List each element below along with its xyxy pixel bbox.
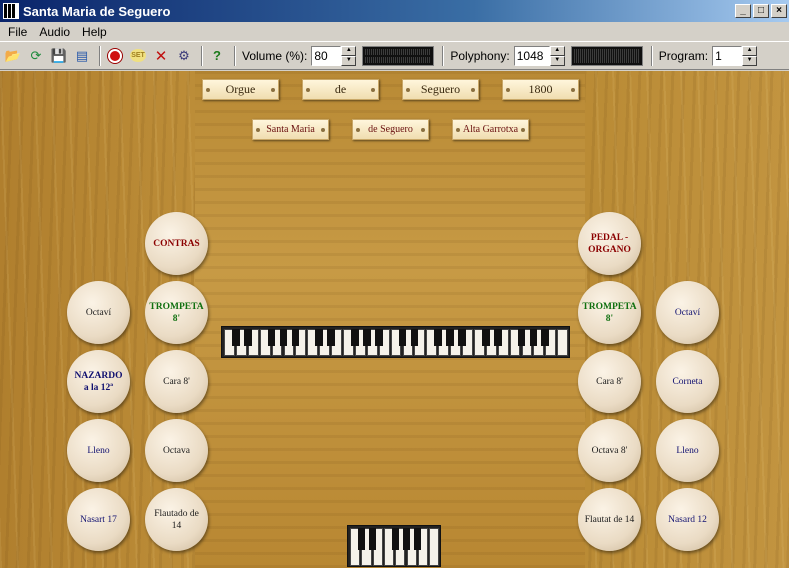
polyphony-label: Polyphony: bbox=[450, 48, 510, 63]
black-key[interactable] bbox=[517, 329, 526, 346]
window-title: Santa Maria de Seguero bbox=[23, 3, 171, 19]
black-key[interactable] bbox=[481, 329, 490, 346]
pedal-keyboard[interactable] bbox=[347, 525, 441, 567]
stop-octavi-left[interactable]: Octaví bbox=[67, 281, 130, 344]
black-key[interactable] bbox=[410, 329, 419, 346]
volume-input[interactable]: 80 bbox=[311, 45, 342, 66]
black-key[interactable] bbox=[446, 329, 454, 346]
manual-keyboard[interactable] bbox=[221, 326, 570, 358]
stop-octava-left[interactable]: Octava bbox=[145, 419, 208, 482]
polyphony-input[interactable]: 1048 bbox=[513, 45, 550, 66]
plaque-orgue: Orgue bbox=[202, 79, 279, 100]
polyphony-spinner[interactable]: ▲ ▼ bbox=[549, 45, 565, 66]
program-input[interactable]: 1 bbox=[712, 45, 743, 66]
help-icon[interactable]: ? bbox=[207, 46, 227, 66]
stop-cara-right[interactable]: Cara 8' bbox=[578, 350, 641, 413]
black-key[interactable] bbox=[402, 528, 411, 550]
record-icon[interactable] bbox=[105, 46, 125, 66]
black-key[interactable] bbox=[267, 329, 276, 346]
set-icon[interactable]: SET bbox=[128, 46, 148, 66]
black-key[interactable] bbox=[458, 329, 466, 346]
plaque-alta-garrotxa: Alta Garrotxa bbox=[452, 119, 529, 140]
black-key[interactable] bbox=[327, 329, 335, 346]
stop-nasart-17[interactable]: Nasart 17 bbox=[67, 488, 130, 551]
white-key[interactable] bbox=[429, 528, 440, 566]
organ-console: Orgue de Seguero 1800 Santa Maria de Seg… bbox=[0, 71, 789, 568]
black-key[interactable] bbox=[357, 528, 365, 550]
black-key[interactable] bbox=[541, 329, 550, 346]
plaque-year: 1800 bbox=[502, 79, 579, 100]
black-key[interactable] bbox=[374, 329, 383, 346]
polyphony-meter bbox=[570, 45, 643, 66]
open-folder-icon[interactable]: 📂 bbox=[3, 46, 23, 66]
maximize-button[interactable]: □ bbox=[753, 4, 769, 18]
title-bar: Santa Maria de Seguero _ □ × bbox=[0, 0, 789, 22]
black-key[interactable] bbox=[414, 528, 422, 550]
black-key[interactable] bbox=[315, 329, 323, 346]
stop-nasard-12[interactable]: Nasard 12 bbox=[656, 488, 719, 551]
black-key[interactable] bbox=[398, 329, 407, 346]
black-key[interactable] bbox=[351, 329, 359, 346]
black-key[interactable] bbox=[232, 329, 240, 346]
plaque-santa-maria: Santa Maria bbox=[252, 119, 329, 140]
close-button[interactable]: × bbox=[771, 4, 787, 18]
stop-octavi-right[interactable]: Octaví bbox=[656, 281, 719, 344]
black-key[interactable] bbox=[368, 528, 377, 550]
stop-lleno-right[interactable]: Lleno bbox=[656, 419, 719, 482]
save-icon[interactable]: 💾 bbox=[49, 46, 69, 66]
white-key[interactable] bbox=[557, 329, 569, 356]
program-spinner[interactable]: ▲ ▼ bbox=[742, 45, 758, 66]
stop-pedal-organo[interactable]: PEDAL - ORGANO bbox=[578, 212, 641, 275]
volume-spinner[interactable]: ▲ ▼ bbox=[341, 45, 357, 66]
stop-contras[interactable]: CONTRAS bbox=[145, 212, 208, 275]
stop-cara-left[interactable]: Cara 8' bbox=[145, 350, 208, 413]
black-key[interactable] bbox=[493, 329, 502, 346]
properties-icon[interactable]: ▤ bbox=[72, 46, 92, 66]
black-key[interactable] bbox=[434, 329, 442, 346]
settings-icon[interactable]: ⚙ bbox=[174, 46, 194, 66]
menu-bar: File Audio Help bbox=[0, 22, 789, 41]
stop-flautat-14[interactable]: Flautat de 14 bbox=[578, 488, 641, 551]
stop-corneta[interactable]: Corneta bbox=[656, 350, 719, 413]
menu-file[interactable]: File bbox=[2, 25, 33, 39]
plaque-de-seguero: de Seguero bbox=[352, 119, 429, 140]
stop-octava-8-right[interactable]: Octava 8' bbox=[578, 419, 641, 482]
black-key[interactable] bbox=[279, 329, 288, 346]
black-key[interactable] bbox=[243, 329, 252, 346]
black-key[interactable] bbox=[362, 329, 371, 346]
stop-trompeta-left[interactable]: TROMPETA 8' bbox=[145, 281, 208, 344]
menu-audio[interactable]: Audio bbox=[33, 25, 76, 39]
black-key[interactable] bbox=[529, 329, 538, 346]
volume-label: Volume (%): bbox=[242, 48, 308, 63]
center-panel bbox=[195, 71, 585, 568]
panic-icon[interactable]: ✕ bbox=[151, 46, 171, 66]
reload-icon[interactable]: ⟳ bbox=[26, 46, 46, 66]
plaque-seguero: Seguero bbox=[402, 79, 479, 100]
stop-lleno-left[interactable]: Lleno bbox=[67, 419, 130, 482]
menu-help[interactable]: Help bbox=[76, 25, 113, 39]
program-label: Program: bbox=[658, 48, 709, 63]
toolbar: 📂 ⟳ 💾 ▤ SET ✕ ⚙ ? Volume (%): 80 ▲ ▼ Poly… bbox=[0, 41, 789, 70]
plaque-de: de bbox=[302, 79, 379, 100]
volume-meter bbox=[362, 45, 435, 66]
stop-flautado-14[interactable]: Flautado de 14 bbox=[145, 488, 208, 551]
stop-nazardo[interactable]: NAZARDO a la 12ª bbox=[67, 350, 130, 413]
minimize-button[interactable]: _ bbox=[735, 4, 751, 18]
black-key[interactable] bbox=[291, 329, 300, 346]
organ-app-icon bbox=[3, 3, 19, 19]
stop-trompeta-right[interactable]: TROMPETA 8' bbox=[578, 281, 641, 344]
black-key[interactable] bbox=[391, 528, 399, 550]
